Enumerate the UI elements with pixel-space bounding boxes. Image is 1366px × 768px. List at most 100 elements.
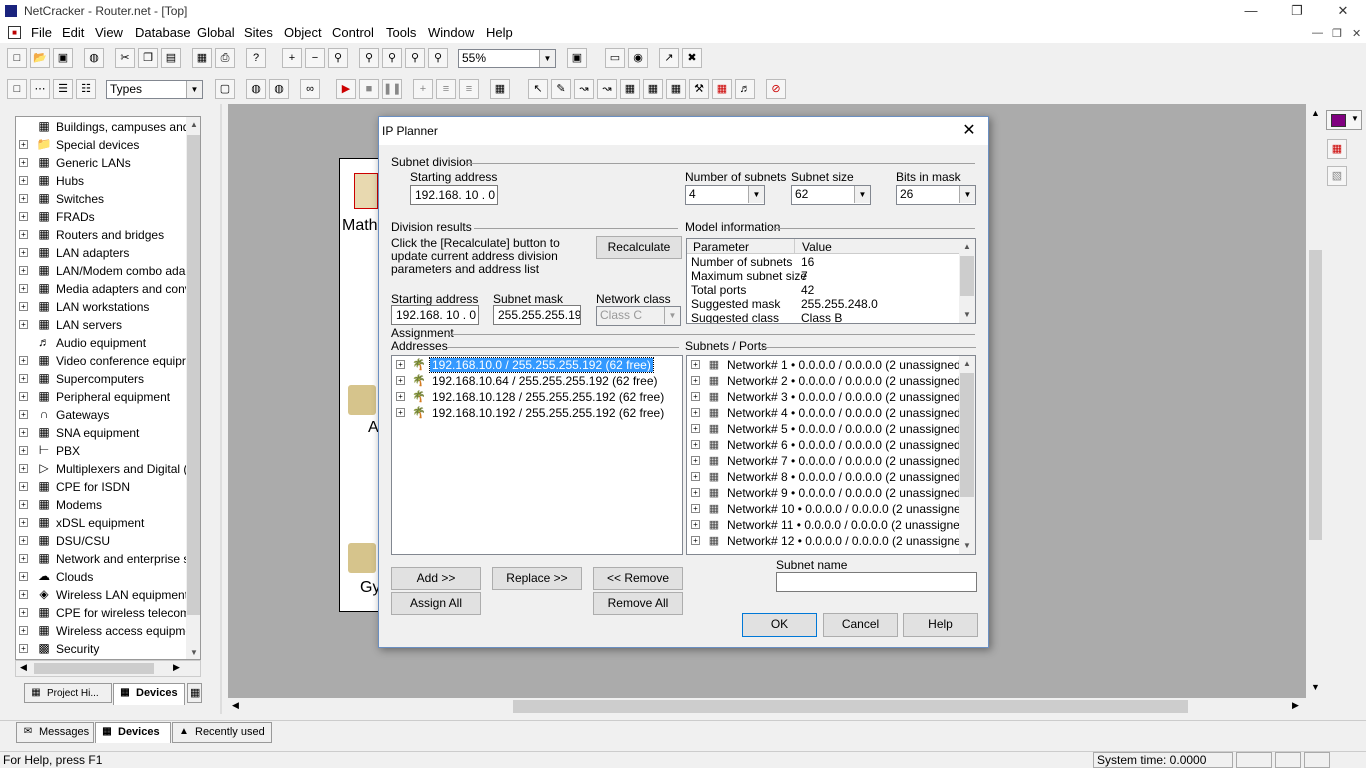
find-device-icon[interactable]: ◍: [246, 79, 266, 99]
color-picker-button[interactable]: ▼: [1326, 110, 1362, 130]
expand-icon[interactable]: +: [19, 446, 28, 455]
list-item[interactable]: + ▦ Network# 3 • 0.0.0.0 / 0.0.0.0 (2 unas…: [687, 389, 965, 405]
print-preview-icon[interactable]: ▦: [192, 48, 212, 68]
tree-item[interactable]: + ▦ Routers and bridges: [16, 226, 200, 244]
expand-icon[interactable]: +: [19, 266, 28, 275]
profile-icon[interactable]: ▦: [490, 79, 510, 99]
column-divider[interactable]: [794, 239, 795, 254]
tree-item[interactable]: + ∩ Gateways: [16, 406, 200, 424]
pause-icon[interactable]: ❚❚: [382, 79, 402, 99]
expand-icon[interactable]: +: [19, 626, 28, 635]
list-view-icon[interactable]: ☰: [53, 79, 73, 99]
scroll-up-icon[interactable]: ▲: [186, 117, 200, 133]
tree-item[interactable]: + ▦ Video conference equipr: [16, 352, 200, 370]
find-next-icon[interactable]: ◍: [269, 79, 289, 99]
tree-item[interactable]: + ▦ CPE for ISDN: [16, 478, 200, 496]
model-scroll-thumb[interactable]: [960, 256, 974, 296]
mdi-minimize-icon[interactable]: —: [1312, 27, 1323, 39]
expand-icon[interactable]: +: [691, 376, 700, 385]
expand-icon[interactable]: +: [691, 520, 700, 529]
tree-item[interactable]: ♬ Audio equipment: [16, 334, 200, 352]
subnets-list[interactable]: + ▦ Network# 1 • 0.0.0.0 / 0.0.0.0 (2 unas…: [686, 355, 976, 555]
expand-icon[interactable]: +: [691, 440, 700, 449]
expand-icon[interactable]: +: [19, 482, 28, 491]
menu-sites[interactable]: Sites: [244, 25, 273, 40]
menu-help[interactable]: Help: [486, 25, 513, 40]
find-icon[interactable]: ◍: [84, 48, 104, 68]
tree-item[interactable]: + ▦ xDSL equipment: [16, 514, 200, 532]
save-icon[interactable]: ▣: [53, 48, 73, 68]
addresses-list[interactable]: + 🌴 192.168.10.0 / 255.255.255.192 (62 fre…: [391, 355, 683, 555]
expand-icon[interactable]: +: [19, 140, 28, 149]
tree-item[interactable]: + ▦ Hubs: [16, 172, 200, 190]
list-item[interactable]: + ▦ Network# 4 • 0.0.0.0 / 0.0.0.0 (2 unas…: [687, 405, 965, 421]
model-scrollbar[interactable]: ▲ ▼: [959, 239, 975, 323]
subnet-name-input[interactable]: [776, 572, 977, 592]
stop-animation-icon[interactable]: ✖: [682, 48, 702, 68]
expand-icon[interactable]: +: [691, 472, 700, 481]
tree-item[interactable]: + ▦ Network and enterprise s: [16, 550, 200, 568]
tree-item[interactable]: + ▦ LAN servers: [16, 316, 200, 334]
expand-icon[interactable]: +: [19, 212, 28, 221]
zoom-all-icon[interactable]: ⚲: [428, 48, 448, 68]
link-tool-icon[interactable]: ↝: [574, 79, 594, 99]
table-icon[interactable]: ▦: [712, 79, 732, 99]
expand-icon[interactable]: +: [19, 536, 28, 545]
tree-item[interactable]: + ▦ Wireless access equipme: [16, 622, 200, 640]
canvas-vscrollbar[interactable]: ▲ ▼: [1307, 104, 1324, 698]
tree-item[interactable]: + ▦ Modems: [16, 496, 200, 514]
tree-item[interactable]: + ▦ Supercomputers: [16, 370, 200, 388]
zoom-previous-icon[interactable]: ⚲: [405, 48, 425, 68]
tab-devices-bottom[interactable]: ▦ Devices: [95, 722, 171, 743]
tree-item[interactable]: + ◈ Wireless LAN equipment: [16, 586, 200, 604]
maximize-button[interactable]: ❐: [1274, 0, 1320, 23]
tree-item[interactable]: + ▦ FRADs: [16, 208, 200, 226]
list-item[interactable]: + ▦ Network# 10 • 0.0.0.0 / 0.0.0.0 (2 una…: [687, 501, 971, 517]
expand-icon[interactable]: +: [19, 590, 28, 599]
expand-icon[interactable]: +: [19, 320, 28, 329]
scroll-down-icon[interactable]: ▼: [959, 538, 975, 554]
tree-item[interactable]: + ▦ Media adapters and conv: [16, 280, 200, 298]
list-item[interactable]: + ▦ Network# 5 • 0.0.0.0 / 0.0.0.0 (2 unas…: [687, 421, 965, 437]
list-item[interactable]: + 🌴 192.168.10.0 / 255.255.255.192 (62 fre…: [392, 357, 682, 373]
scroll-right-icon[interactable]: ▶: [1292, 700, 1299, 711]
expand-icon[interactable]: +: [19, 428, 28, 437]
expand-icon[interactable]: +: [19, 176, 28, 185]
menu-edit[interactable]: Edit: [62, 25, 84, 40]
zoom-select[interactable]: 55% ▼: [458, 49, 556, 68]
remove-button[interactable]: << Remove: [593, 567, 683, 590]
expand-icon[interactable]: +: [396, 360, 405, 369]
expand-icon[interactable]: +: [691, 488, 700, 497]
sound-icon[interactable]: ♬: [735, 79, 755, 99]
tab-recently-used[interactable]: ▲ Recently used: [172, 722, 272, 743]
expand-icon[interactable]: +: [691, 392, 700, 401]
expand-icon[interactable]: +: [19, 230, 28, 239]
list-item[interactable]: + 🌴 192.168.10.128 / 255.255.255.192 (62 f…: [392, 389, 682, 405]
chart-icon[interactable]: ↗: [659, 48, 679, 68]
scroll-left-icon[interactable]: ◀: [232, 700, 239, 711]
tree-item[interactable]: + ▦ DSU/CSU: [16, 532, 200, 550]
tree-item[interactable]: + ▦ LAN adapters: [16, 244, 200, 262]
label-icon[interactable]: □: [7, 79, 27, 99]
expand-icon[interactable]: +: [19, 554, 28, 563]
cut-icon[interactable]: ✂: [115, 48, 135, 68]
tree-item[interactable]: + ⊢ PBX: [16, 442, 200, 460]
help-button[interactable]: Help: [903, 613, 978, 637]
tree-item[interactable]: + 📁 Special devices: [16, 136, 200, 154]
add-traffic-icon[interactable]: +: [413, 79, 433, 99]
menu-window[interactable]: Window: [428, 25, 474, 40]
types-select[interactable]: Types ▼: [106, 80, 203, 99]
expand-icon[interactable]: +: [396, 376, 405, 385]
scroll-up-icon[interactable]: ▲: [1311, 108, 1320, 118]
pattern-palette-icon[interactable]: ▧: [1327, 166, 1347, 186]
tree-item[interactable]: + ▷ Multiplexers and Digital (: [16, 460, 200, 478]
splitter[interactable]: [220, 104, 222, 714]
tree-item[interactable]: + ▦ LAN workstations: [16, 298, 200, 316]
scroll-down-icon[interactable]: ▼: [1311, 682, 1320, 692]
expand-icon[interactable]: +: [19, 158, 28, 167]
link-icon[interactable]: ∞: [300, 79, 320, 99]
tree-item[interactable]: + ☁ Clouds: [16, 568, 200, 586]
grid-icon[interactable]: ⋯: [30, 79, 50, 99]
draw-link-icon[interactable]: ↝: [597, 79, 617, 99]
tree-item[interactable]: + ▦ Peripheral equipment: [16, 388, 200, 406]
